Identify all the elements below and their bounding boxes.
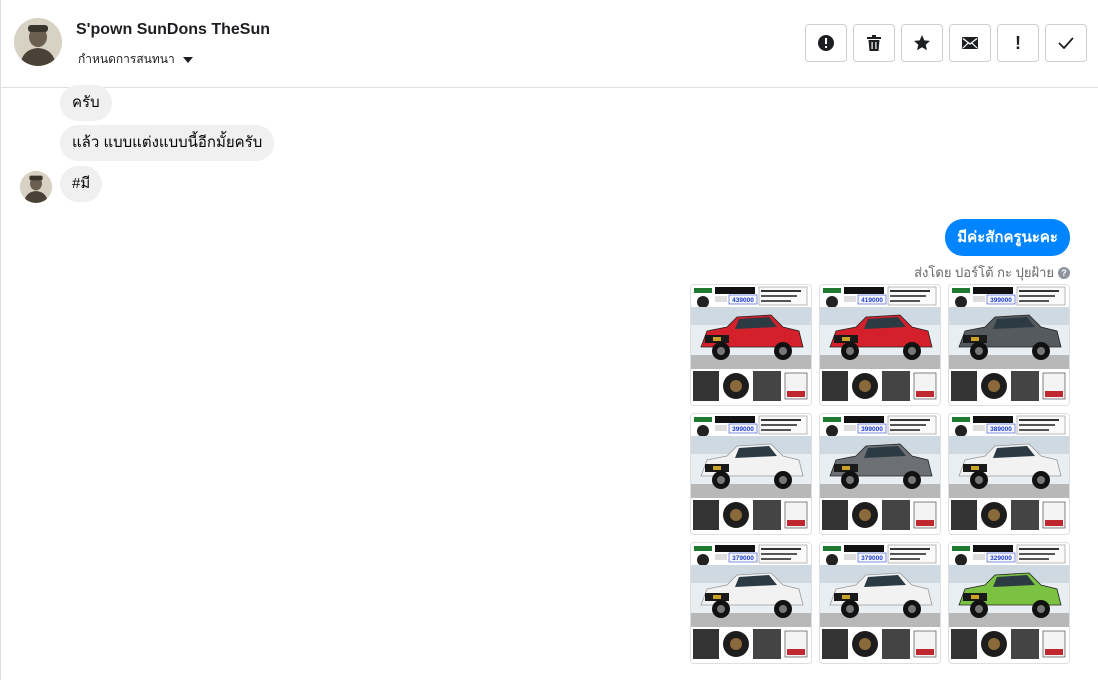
exclamation-icon: ! [1015,32,1021,53]
price-label: 389000 [990,426,1012,433]
truck-poster-image: 399000 [820,414,940,534]
truck-photo-5[interactable]: 399000 [819,413,941,535]
conversation-toolbar: ! [805,24,1087,62]
price-label: 379000 [861,555,883,562]
envelope-icon [962,37,978,49]
conversation-header: S'pown SunDons TheSun กำหนดการสนทนา ! [1,0,1098,88]
sender-avatar[interactable] [20,171,52,203]
follow-up-button[interactable]: ! [997,24,1039,62]
truck-photo-1[interactable]: 439000 [690,284,812,406]
price-label: 399000 [732,426,754,433]
truck-photo-4[interactable]: 399000 [690,413,812,535]
truck-photo-8[interactable]: 379000 [819,542,941,664]
star-icon [914,35,930,51]
contact-name[interactable]: S'pown SunDons TheSun [76,21,270,39]
truck-poster-image: 399000 [691,414,811,534]
sent-by-row: ส่งโดย ปอร์โต้ กะ ปุยฝ้าย ? [914,262,1070,283]
mark-unread-button[interactable] [949,24,991,62]
delete-button[interactable] [853,24,895,62]
contact-avatar[interactable] [14,18,62,66]
help-icon[interactable]: ? [1058,266,1070,279]
truck-poster-image: 419000 [820,285,940,405]
incoming-message[interactable]: #มี [60,166,103,202]
spam-button[interactable] [805,24,847,62]
price-label: 399000 [990,297,1012,304]
truck-poster-image: 379000 [820,543,940,663]
trash-icon [867,35,881,51]
truck-photo-3[interactable]: 399000 [948,284,1070,406]
truck-photo-2[interactable]: 419000 [819,284,941,406]
mark-done-button[interactable] [1045,24,1087,62]
caret-down-icon [182,56,193,63]
truck-photo-9[interactable]: 329000 [948,542,1070,664]
price-label: 439000 [732,297,754,304]
truck-poster-image: 389000 [949,414,1069,534]
truck-photo-7[interactable]: 379000 [690,542,812,664]
check-icon [1058,37,1074,49]
sent-by-label: ส่งโดย ปอร์โต้ กะ ปุยฝ้าย [914,265,1054,280]
conversation-pane: S'pown SunDons TheSun กำหนดการสนทนา ! คร… [0,0,1098,680]
outgoing-message[interactable]: มีค่ะสักครูนะคะ [945,219,1070,256]
assign-conversation-dropdown[interactable]: กำหนดการสนทนา [78,50,193,69]
truck-poster-image: 329000 [949,543,1069,663]
price-label: 419000 [861,297,883,304]
incoming-message[interactable]: แล้ว แบบแต่งแบบนี้อีกมั้ยครับ [60,125,275,161]
price-label: 379000 [732,555,754,562]
price-label: 399000 [861,426,883,433]
price-label: 329000 [990,555,1012,562]
truck-photo-6[interactable]: 389000 [948,413,1070,535]
assign-conversation-label: กำหนดการสนทนา [78,52,175,66]
truck-poster-image: 399000 [949,285,1069,405]
alert-circle-icon [818,35,834,51]
incoming-message[interactable]: ครับ [60,85,112,121]
truck-poster-image: 379000 [691,543,811,663]
attachment-grid: 439000 419000 399000 399000 399000 389000 3790… [690,284,1070,664]
star-button[interactable] [901,24,943,62]
truck-poster-image: 439000 [691,285,811,405]
